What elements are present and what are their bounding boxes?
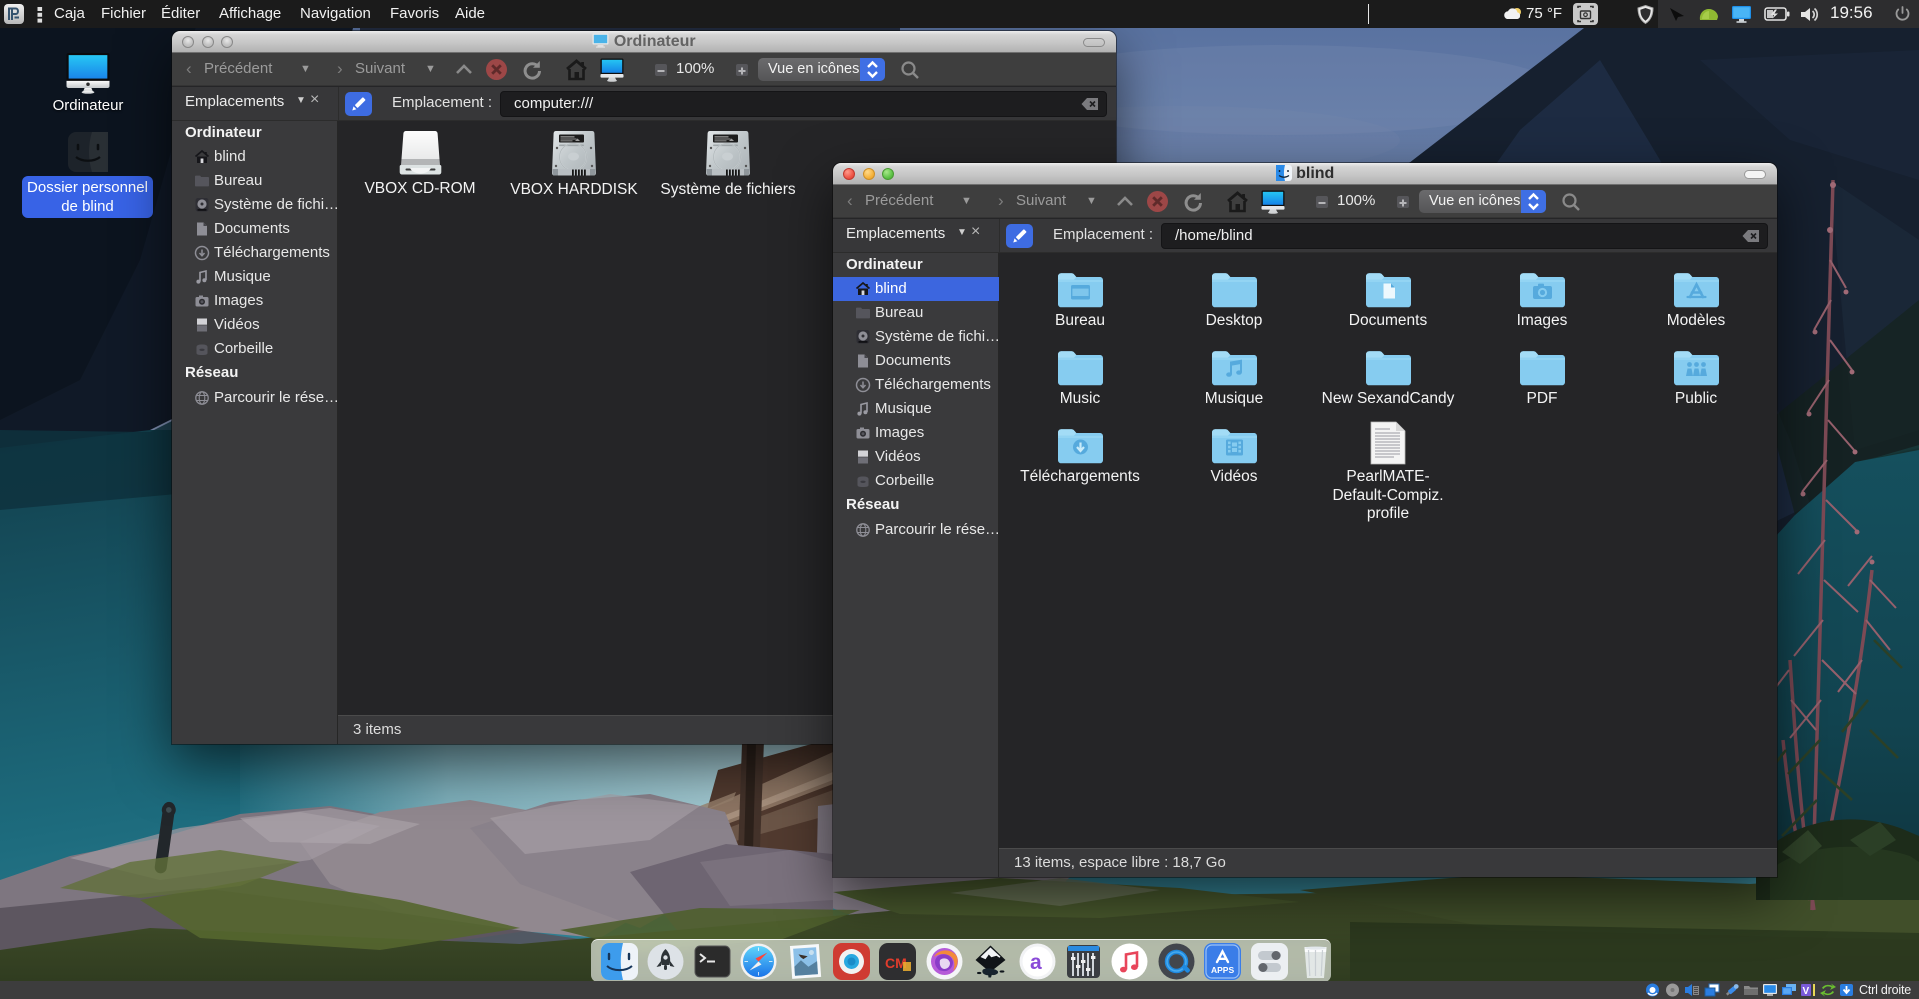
svg-text:V: V — [1803, 986, 1810, 997]
svg-text:APPS: APPS — [1211, 965, 1234, 975]
svg-text:a: a — [1030, 951, 1042, 974]
